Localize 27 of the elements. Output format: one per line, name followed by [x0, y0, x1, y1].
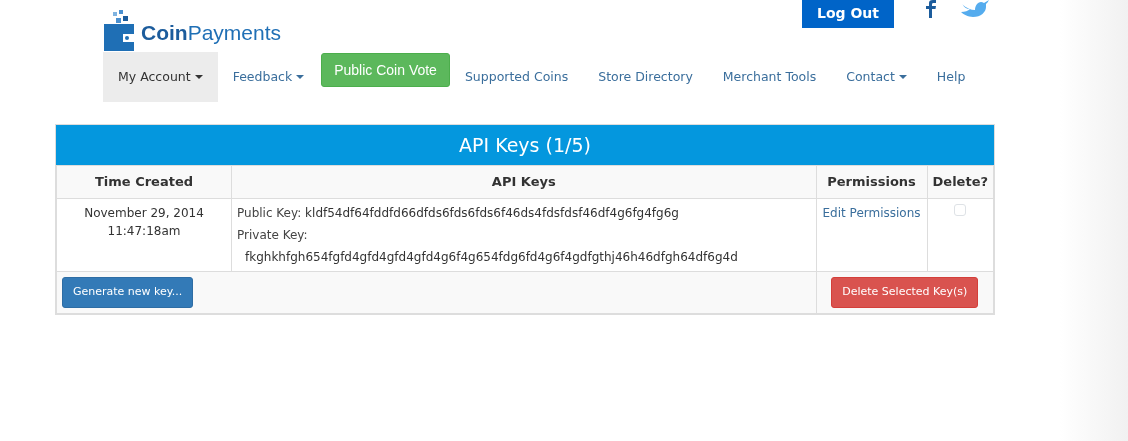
nav-link[interactable]: Store Directory — [583, 52, 708, 102]
column-header: Delete? — [927, 165, 994, 199]
time-text: 11:47:18am — [106, 223, 182, 240]
key-label: Private Key: — [237, 227, 309, 244]
nav-dropdown[interactable]: Feedback — [217, 52, 320, 102]
key-label: Public Key: — [237, 206, 302, 220]
key-value: kldf54df64fddfd66dfds6fds6fds6f46ds4fdsfdsf46df4g6fg4fg6g — [305, 206, 679, 220]
logo-text: CoinPayments — [141, 19, 282, 46]
column-header: Permissions — [816, 165, 928, 199]
nav-link[interactable]: Merchant Tools — [707, 52, 832, 102]
permissions-link[interactable]: Edit Permissions — [822, 206, 921, 220]
nav-dropdown[interactable]: Contact — [831, 52, 922, 102]
wallet-logo-icon — [103, 10, 137, 52]
nav-link[interactable]: Help — [921, 52, 981, 102]
column-header: Time Created — [56, 165, 232, 199]
column-header: API Keys — [231, 165, 817, 199]
date-text: November 29, 2014 — [83, 205, 205, 222]
logout-button[interactable]: Log Out — [802, 0, 894, 28]
nav-dropdown[interactable]: My Account — [103, 52, 218, 102]
generate-button[interactable]: Generate new key... — [62, 277, 194, 308]
nav-link[interactable]: Supported Coins — [449, 52, 584, 102]
key-value: fkghkhfgh654fgfd4gfd4gfd4gfd4g6f4g654fdg6fd4g6f4gdfgthj46h46dfgh64df6g4d — [245, 250, 738, 264]
facebook-icon[interactable] — [926, 0, 936, 18]
panel-title: API Keys (1/5) — [56, 125, 994, 165]
twitter-icon[interactable] — [960, 0, 990, 17]
delete-checkbox[interactable] — [954, 204, 967, 216]
delete-button[interactable]: Delete Selected Key(s) — [831, 277, 979, 308]
